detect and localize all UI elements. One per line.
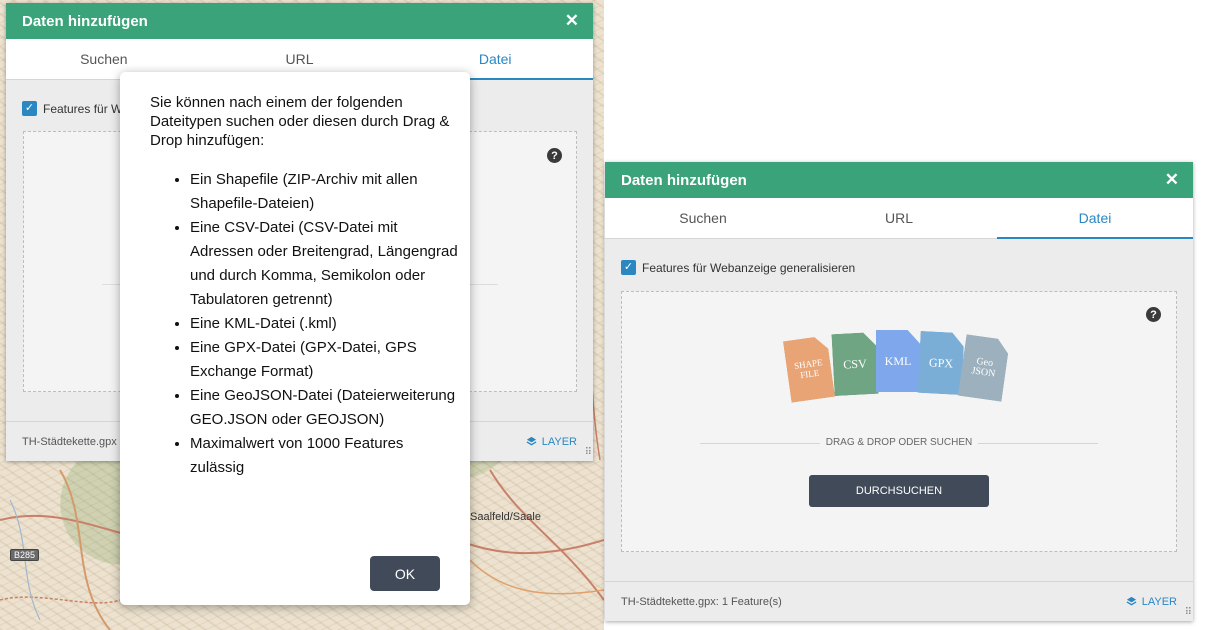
layers-icon xyxy=(1126,596,1137,606)
list-item: Ein Shapefile (ZIP-Archiv mit allen Shap… xyxy=(190,168,460,216)
generalize-checkbox-row[interactable]: ✓ Features für Webanzeige generalisieren xyxy=(621,260,855,275)
kml-file-icon: KML xyxy=(876,330,920,392)
checkbox-label: Features für W xyxy=(43,101,123,116)
list-item: Maximalwert von 1000 Features zulässig xyxy=(190,432,460,480)
help-icon[interactable]: ? xyxy=(1146,307,1161,322)
drag-drop-text: DRAG & DROP ODER SUCHEN xyxy=(622,437,1176,448)
footer-file-info: TH-Städtekette.gpx xyxy=(22,435,117,448)
tab-datei[interactable]: Datei xyxy=(997,198,1193,239)
map-town-label: Saalfeld/Saale xyxy=(470,511,541,523)
gpx-file-icon: GPX xyxy=(917,331,964,395)
file-type-icons: SHAPE FILE CSV KML GPX Geo JSON xyxy=(787,330,1017,402)
csv-file-icon: CSV xyxy=(831,332,878,396)
close-icon[interactable]: ✕ xyxy=(565,11,579,31)
modal-intro-text: Sie können nach einem der folgenden Date… xyxy=(150,94,450,149)
tab-url[interactable]: URL xyxy=(801,198,997,238)
list-item: Eine GeoJSON-Datei (Dateierweiterung GEO… xyxy=(190,384,460,432)
layer-button[interactable]: LAYER xyxy=(526,436,577,448)
resize-handle-icon[interactable]: ⠿ xyxy=(585,447,592,458)
layer-label: LAYER xyxy=(1141,595,1177,608)
ok-button[interactable]: OK xyxy=(370,556,440,591)
file-type-list: Ein Shapefile (ZIP-Archiv mit allen Shap… xyxy=(172,168,460,480)
checkmark-icon[interactable]: ✓ xyxy=(22,101,37,116)
panel-title: Daten hinzufügen xyxy=(621,171,747,189)
file-types-info-modal: Sie können nach einem der folgenden Date… xyxy=(120,72,470,605)
tab-suchen[interactable]: Suchen xyxy=(605,198,801,238)
close-icon[interactable]: ✕ xyxy=(1165,170,1179,190)
panel-header: Daten hinzufügen ✕ xyxy=(605,162,1193,198)
panel-footer: TH-Städtekette.gpx: 1 Feature(s) LAYER xyxy=(605,581,1193,621)
right-add-data-panel: Daten hinzufügen ✕ Suchen URL Datei ✓ Fe… xyxy=(605,162,1193,621)
checkbox-label: Features für Webanzeige generalisieren xyxy=(642,260,856,275)
list-item: Eine GPX-Datei (GPX-Datei, GPS Exchange … xyxy=(190,336,460,384)
panel-title: Daten hinzufügen xyxy=(22,12,148,30)
generalize-checkbox-row[interactable]: ✓ Features für W xyxy=(22,101,122,116)
geojson-file-icon: Geo JSON xyxy=(958,334,1010,402)
tab-bar: Suchen URL Datei xyxy=(605,198,1193,239)
left-screenshot: Saalfeld/Saale B285 Daten hinzufügen ✕ S… xyxy=(0,0,604,630)
resize-handle-icon[interactable]: ⠿ xyxy=(1185,607,1192,618)
layers-icon xyxy=(526,436,537,446)
list-item: Eine KML-Datei (.kml) xyxy=(190,312,460,336)
footer-file-info: TH-Städtekette.gpx: 1 Feature(s) xyxy=(621,595,782,608)
checkmark-icon[interactable]: ✓ xyxy=(621,260,636,275)
road-badge: B285 xyxy=(10,549,40,561)
layer-button[interactable]: LAYER xyxy=(1126,596,1177,608)
dropzone[interactable]: ? SHAPE FILE CSV KML GPX Geo JSON DRAG &… xyxy=(621,291,1177,552)
panel-header: Daten hinzufügen ✕ xyxy=(6,3,593,39)
list-item: Eine CSV-Datei (CSV-Datei mit Adressen o… xyxy=(190,216,460,312)
browse-button[interactable]: DURCHSUCHEN xyxy=(809,475,989,507)
shapefile-icon: SHAPE FILE xyxy=(783,335,835,403)
layer-label: LAYER xyxy=(541,435,577,448)
help-icon[interactable]: ? xyxy=(547,148,562,163)
